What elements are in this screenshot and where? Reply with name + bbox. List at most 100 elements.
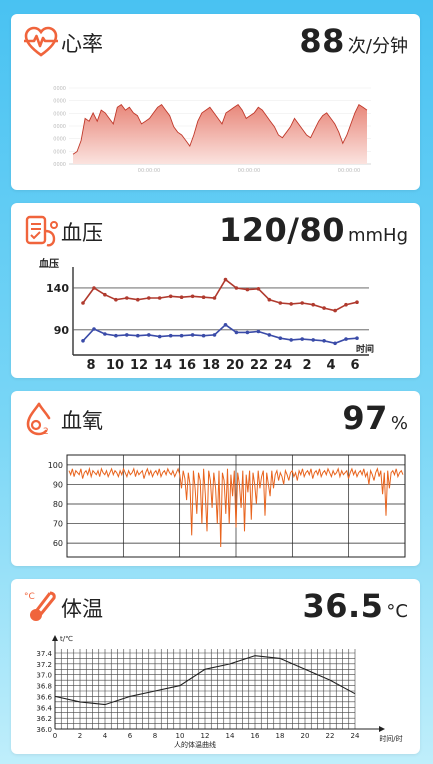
x-tick-label: 16 — [178, 358, 196, 373]
y-tick-label: 0000 — [53, 99, 66, 105]
x-tick-label: 20 — [301, 732, 310, 740]
bp-data-point — [147, 333, 151, 337]
oxygen-drop-icon: 2 — [26, 402, 51, 437]
x-axis-label: 时间 — [356, 343, 374, 355]
y-tick-label: 36.0 — [36, 726, 52, 734]
x-tick-label: 18 — [276, 732, 285, 740]
x-tick-label: 00:00:00 — [138, 168, 160, 174]
body-temperature-card[interactable]: °C 体温 36.5 °C t/℃ 36.0 36.2 36.4 36.6 36.8 37.0… — [11, 579, 420, 754]
x-axis-arrow — [379, 726, 385, 732]
bp-data-point — [157, 296, 162, 300]
x-tick-label: 22 — [250, 358, 268, 373]
bp-data-point — [81, 339, 85, 343]
blood-pressure-icon — [25, 215, 58, 247]
y-tick-label: 37.0 — [36, 672, 52, 680]
bp-data-point — [322, 306, 326, 310]
bp-data-point — [278, 301, 283, 305]
svg-text:°C: °C — [24, 592, 35, 602]
y-axis-label: 血压 — [39, 257, 59, 270]
body-temperature-number: 36.5 — [302, 587, 384, 625]
reference-line-label: 140 — [46, 282, 69, 295]
x-tick-label: 00:00:00 — [338, 168, 360, 174]
heart-rate-header: 心率 88 次/分钟 — [11, 14, 420, 68]
x-tick-label: 2 — [302, 358, 311, 373]
bp-data-point — [311, 302, 316, 307]
y-tick-label: 100 — [48, 461, 63, 470]
heart-rate-chart: 0000 0000 0000 0000 0000 0000 0000 00:00:00 00:0… — [53, 86, 371, 174]
x-tick-label: 8 — [86, 358, 95, 373]
heart-rate-card[interactable]: 心率 88 次/分钟 0000 0000 0000 0000 0000 0000 0000 00… — [11, 14, 420, 190]
bp-data-point — [355, 336, 359, 340]
y-tick-label: 0000 — [53, 137, 66, 143]
blood-oxygen-header: 2 血氧 97% — [11, 391, 420, 445]
bp-series-line — [82, 278, 358, 312]
y-tick-label: 36.4 — [36, 704, 52, 712]
blood-oxygen-card[interactable]: 2 血氧 97% 100 90 80 70 60 — [11, 391, 420, 566]
blood-pressure-number: 120/80 — [218, 211, 345, 249]
bp-data-point — [114, 333, 118, 338]
blood-oxygen-value: 97% — [342, 399, 408, 437]
x-tick-label: 4 — [326, 358, 335, 373]
bp-data-point — [278, 336, 283, 340]
blood-oxygen-unit: % — [390, 413, 408, 434]
bp-data-point — [300, 337, 305, 341]
body-temperature-header: °C 体温 36.5 °C — [11, 579, 420, 633]
x-tick-label: 6 — [128, 732, 133, 740]
blood-oxygen-number: 97 — [342, 399, 388, 437]
bp-data-point — [190, 333, 195, 337]
reference-line-label: 90 — [54, 324, 70, 337]
y-tick-label: 90 — [53, 480, 63, 489]
bp-data-point — [223, 277, 228, 282]
bp-data-point — [245, 330, 250, 335]
heart-rate-title: 心率 — [61, 32, 103, 56]
bp-data-point — [125, 333, 129, 337]
thermometer-icon: °C — [24, 591, 56, 621]
heart-rate-number: 88 — [299, 22, 345, 60]
bp-data-point — [114, 297, 118, 302]
bp-data-point — [322, 339, 326, 343]
bp-data-point — [344, 337, 348, 341]
chart-title: 人的体温曲线 — [174, 740, 216, 749]
bp-data-point — [245, 287, 250, 292]
bp-data-point — [201, 295, 206, 299]
blood-oxygen-title: 血氧 — [61, 409, 103, 433]
bp-data-point — [333, 341, 337, 346]
bp-data-point — [212, 296, 217, 300]
y-tick-label: 0000 — [53, 86, 66, 92]
blood-pressure-card[interactable]: 血压 120/80 mmHg 血压 140 90 时间 8 10 12 14 16 18 20 22 24… — [11, 203, 420, 378]
x-tick-label: 2 — [78, 732, 82, 740]
x-axis-label: 时间/时 — [379, 734, 402, 743]
bp-data-point — [190, 294, 195, 299]
bp-data-point — [223, 323, 228, 327]
bp-data-point — [168, 294, 173, 299]
x-tick-label: 20 — [226, 358, 244, 373]
bp-data-point — [92, 327, 96, 331]
x-tick-label: 00:00:00 — [238, 168, 260, 174]
bp-data-point — [267, 297, 272, 302]
y-tick-label: 60 — [53, 539, 63, 548]
body-temperature-value: 36.5 °C — [302, 587, 408, 625]
x-tick-label: 4 — [103, 732, 108, 740]
x-tick-label: 0 — [53, 732, 57, 740]
body-temperature-chart: t/℃36.036.236.436.636.837.037.237.40 2 4 6 8… — [36, 635, 403, 749]
bp-data-point — [179, 333, 184, 338]
bp-data-point — [289, 338, 294, 342]
x-tick-label: 12 — [130, 358, 148, 373]
x-tick-label: 12 — [201, 732, 210, 740]
bp-data-point — [81, 301, 85, 305]
x-tick-label: 24 — [274, 358, 292, 373]
bp-data-point — [289, 302, 294, 306]
y-axis-label: t/℃ — [60, 635, 73, 643]
bp-data-point — [267, 333, 272, 337]
y-tick-label: 36.8 — [36, 683, 52, 691]
bp-data-point — [125, 296, 129, 300]
heart-pulse-icon — [24, 26, 58, 57]
bp-data-point — [179, 295, 184, 299]
y-tick-label: 0000 — [53, 162, 66, 168]
x-tick-label: 14 — [226, 732, 235, 740]
blood-pressure-unit: mmHg — [347, 225, 408, 246]
bp-data-point — [311, 338, 316, 342]
bp-data-point — [168, 333, 173, 338]
x-tick-label: 6 — [350, 358, 359, 373]
y-tick-label: 37.2 — [36, 661, 52, 669]
